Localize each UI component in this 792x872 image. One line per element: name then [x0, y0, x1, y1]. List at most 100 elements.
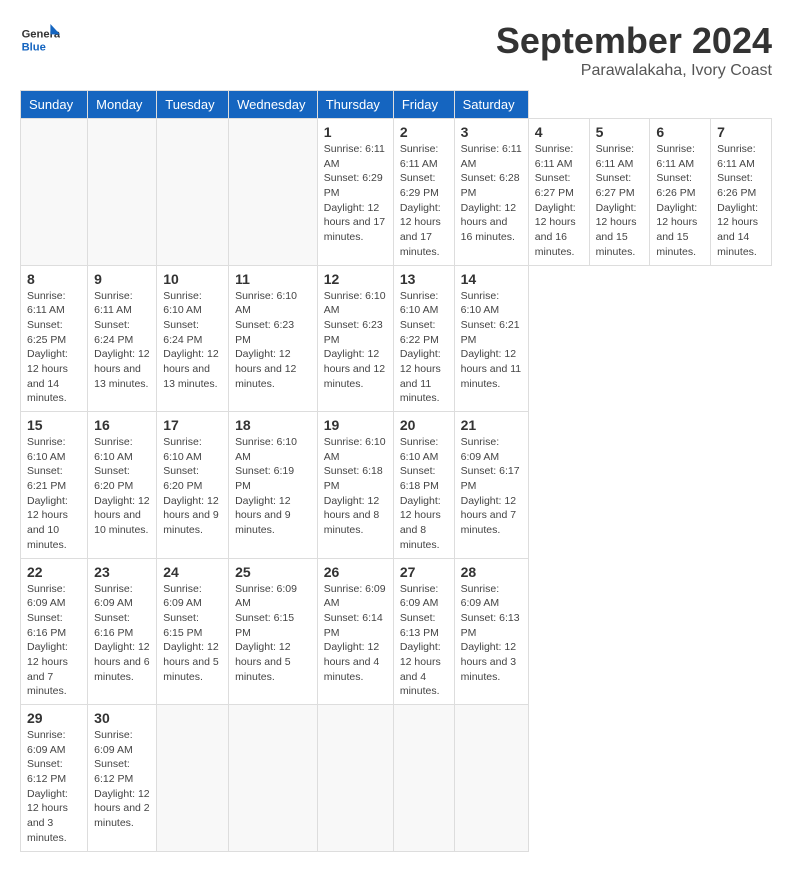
- col-header-tuesday: Tuesday: [157, 91, 229, 119]
- logo-icon: General Blue: [20, 20, 60, 60]
- day-number: 26: [324, 564, 387, 580]
- day-info: Sunrise: 6:11 AM Sunset: 6:28 PM Dayligh…: [461, 142, 522, 245]
- calendar-cell: 19 Sunrise: 6:10 AM Sunset: 6:18 PM Dayl…: [317, 412, 393, 559]
- day-info: Sunrise: 6:11 AM Sunset: 6:26 PM Dayligh…: [717, 142, 765, 260]
- day-number: 18: [235, 417, 311, 433]
- logo: General Blue: [20, 20, 65, 60]
- calendar-cell: 3 Sunrise: 6:11 AM Sunset: 6:28 PM Dayli…: [454, 119, 528, 266]
- calendar-row: 1 Sunrise: 6:11 AM Sunset: 6:29 PM Dayli…: [21, 119, 772, 266]
- day-info: Sunrise: 6:11 AM Sunset: 6:27 PM Dayligh…: [596, 142, 644, 260]
- day-number: 15: [27, 417, 81, 433]
- calendar-cell: [454, 705, 528, 852]
- day-info: Sunrise: 6:09 AM Sunset: 6:13 PM Dayligh…: [461, 582, 522, 685]
- day-info: Sunrise: 6:10 AM Sunset: 6:20 PM Dayligh…: [94, 435, 150, 538]
- day-info: Sunrise: 6:10 AM Sunset: 6:21 PM Dayligh…: [27, 435, 81, 553]
- day-number: 25: [235, 564, 311, 580]
- col-header-thursday: Thursday: [317, 91, 393, 119]
- calendar-header-row: SundayMondayTuesdayWednesdayThursdayFrid…: [21, 91, 772, 119]
- day-info: Sunrise: 6:11 AM Sunset: 6:24 PM Dayligh…: [94, 289, 150, 392]
- day-info: Sunrise: 6:09 AM Sunset: 6:16 PM Dayligh…: [94, 582, 150, 685]
- calendar-cell: 27 Sunrise: 6:09 AM Sunset: 6:13 PM Dayl…: [393, 558, 454, 705]
- day-info: Sunrise: 6:10 AM Sunset: 6:23 PM Dayligh…: [324, 289, 387, 392]
- calendar-cell: 28 Sunrise: 6:09 AM Sunset: 6:13 PM Dayl…: [454, 558, 528, 705]
- calendar-cell: 24 Sunrise: 6:09 AM Sunset: 6:15 PM Dayl…: [157, 558, 229, 705]
- day-info: Sunrise: 6:10 AM Sunset: 6:18 PM Dayligh…: [324, 435, 387, 538]
- col-header-saturday: Saturday: [454, 91, 528, 119]
- calendar-cell: 11 Sunrise: 6:10 AM Sunset: 6:23 PM Dayl…: [229, 265, 318, 412]
- day-info: Sunrise: 6:11 AM Sunset: 6:27 PM Dayligh…: [535, 142, 583, 260]
- day-info: Sunrise: 6:09 AM Sunset: 6:12 PM Dayligh…: [27, 728, 81, 846]
- month-title: September 2024: [496, 20, 772, 62]
- day-number: 8: [27, 271, 81, 287]
- title-block: September 2024 Parawalakaha, Ivory Coast: [496, 20, 772, 80]
- day-number: 16: [94, 417, 150, 433]
- day-number: 22: [27, 564, 81, 580]
- day-number: 17: [163, 417, 222, 433]
- calendar-cell: 23 Sunrise: 6:09 AM Sunset: 6:16 PM Dayl…: [88, 558, 157, 705]
- day-number: 14: [461, 271, 522, 287]
- calendar-cell: [229, 705, 318, 852]
- col-header-wednesday: Wednesday: [229, 91, 318, 119]
- calendar-cell: 5 Sunrise: 6:11 AM Sunset: 6:27 PM Dayli…: [589, 119, 650, 266]
- day-number: 28: [461, 564, 522, 580]
- day-info: Sunrise: 6:09 AM Sunset: 6:16 PM Dayligh…: [27, 582, 81, 700]
- day-number: 21: [461, 417, 522, 433]
- page-header: General Blue September 2024 Parawalakaha…: [20, 20, 772, 80]
- day-number: 10: [163, 271, 222, 287]
- day-info: Sunrise: 6:10 AM Sunset: 6:20 PM Dayligh…: [163, 435, 222, 538]
- col-header-monday: Monday: [88, 91, 157, 119]
- day-number: 24: [163, 564, 222, 580]
- day-number: 13: [400, 271, 448, 287]
- empty-cell: [229, 119, 318, 266]
- calendar-cell: 12 Sunrise: 6:10 AM Sunset: 6:23 PM Dayl…: [317, 265, 393, 412]
- day-number: 9: [94, 271, 150, 287]
- calendar-row: 8 Sunrise: 6:11 AM Sunset: 6:25 PM Dayli…: [21, 265, 772, 412]
- day-info: Sunrise: 6:10 AM Sunset: 6:24 PM Dayligh…: [163, 289, 222, 392]
- day-number: 1: [324, 124, 387, 140]
- calendar-cell: 4 Sunrise: 6:11 AM Sunset: 6:27 PM Dayli…: [528, 119, 589, 266]
- calendar-cell: 6 Sunrise: 6:11 AM Sunset: 6:26 PM Dayli…: [650, 119, 711, 266]
- location-subtitle: Parawalakaha, Ivory Coast: [496, 62, 772, 80]
- day-number: 20: [400, 417, 448, 433]
- day-info: Sunrise: 6:10 AM Sunset: 6:18 PM Dayligh…: [400, 435, 448, 553]
- day-number: 27: [400, 564, 448, 580]
- day-number: 5: [596, 124, 644, 140]
- day-number: 2: [400, 124, 448, 140]
- calendar-cell: 26 Sunrise: 6:09 AM Sunset: 6:14 PM Dayl…: [317, 558, 393, 705]
- calendar-cell: 8 Sunrise: 6:11 AM Sunset: 6:25 PM Dayli…: [21, 265, 88, 412]
- calendar-cell: 9 Sunrise: 6:11 AM Sunset: 6:24 PM Dayli…: [88, 265, 157, 412]
- day-info: Sunrise: 6:09 AM Sunset: 6:15 PM Dayligh…: [235, 582, 311, 685]
- calendar-cell: 1 Sunrise: 6:11 AM Sunset: 6:29 PM Dayli…: [317, 119, 393, 266]
- calendar-cell: 16 Sunrise: 6:10 AM Sunset: 6:20 PM Dayl…: [88, 412, 157, 559]
- calendar-cell: 18 Sunrise: 6:10 AM Sunset: 6:19 PM Dayl…: [229, 412, 318, 559]
- day-number: 7: [717, 124, 765, 140]
- calendar-cell: 25 Sunrise: 6:09 AM Sunset: 6:15 PM Dayl…: [229, 558, 318, 705]
- day-info: Sunrise: 6:11 AM Sunset: 6:29 PM Dayligh…: [324, 142, 387, 245]
- calendar-table: SundayMondayTuesdayWednesdayThursdayFrid…: [20, 90, 772, 852]
- calendar-cell: [317, 705, 393, 852]
- calendar-row: 15 Sunrise: 6:10 AM Sunset: 6:21 PM Dayl…: [21, 412, 772, 559]
- day-info: Sunrise: 6:10 AM Sunset: 6:19 PM Dayligh…: [235, 435, 311, 538]
- empty-cell: [21, 119, 88, 266]
- day-info: Sunrise: 6:10 AM Sunset: 6:23 PM Dayligh…: [235, 289, 311, 392]
- empty-cell: [157, 119, 229, 266]
- calendar-row: 22 Sunrise: 6:09 AM Sunset: 6:16 PM Dayl…: [21, 558, 772, 705]
- calendar-cell: [157, 705, 229, 852]
- day-info: Sunrise: 6:11 AM Sunset: 6:26 PM Dayligh…: [656, 142, 704, 260]
- empty-cell: [88, 119, 157, 266]
- day-info: Sunrise: 6:10 AM Sunset: 6:21 PM Dayligh…: [461, 289, 522, 392]
- calendar-cell: 14 Sunrise: 6:10 AM Sunset: 6:21 PM Dayl…: [454, 265, 528, 412]
- calendar-cell: 7 Sunrise: 6:11 AM Sunset: 6:26 PM Dayli…: [711, 119, 772, 266]
- day-number: 4: [535, 124, 583, 140]
- calendar-cell: 17 Sunrise: 6:10 AM Sunset: 6:20 PM Dayl…: [157, 412, 229, 559]
- day-info: Sunrise: 6:09 AM Sunset: 6:13 PM Dayligh…: [400, 582, 448, 700]
- calendar-cell: 21 Sunrise: 6:09 AM Sunset: 6:17 PM Dayl…: [454, 412, 528, 559]
- svg-text:Blue: Blue: [22, 41, 46, 53]
- day-number: 29: [27, 710, 81, 726]
- day-number: 3: [461, 124, 522, 140]
- col-header-sunday: Sunday: [21, 91, 88, 119]
- day-info: Sunrise: 6:09 AM Sunset: 6:14 PM Dayligh…: [324, 582, 387, 685]
- calendar-cell: 10 Sunrise: 6:10 AM Sunset: 6:24 PM Dayl…: [157, 265, 229, 412]
- day-info: Sunrise: 6:09 AM Sunset: 6:17 PM Dayligh…: [461, 435, 522, 538]
- day-info: Sunrise: 6:10 AM Sunset: 6:22 PM Dayligh…: [400, 289, 448, 407]
